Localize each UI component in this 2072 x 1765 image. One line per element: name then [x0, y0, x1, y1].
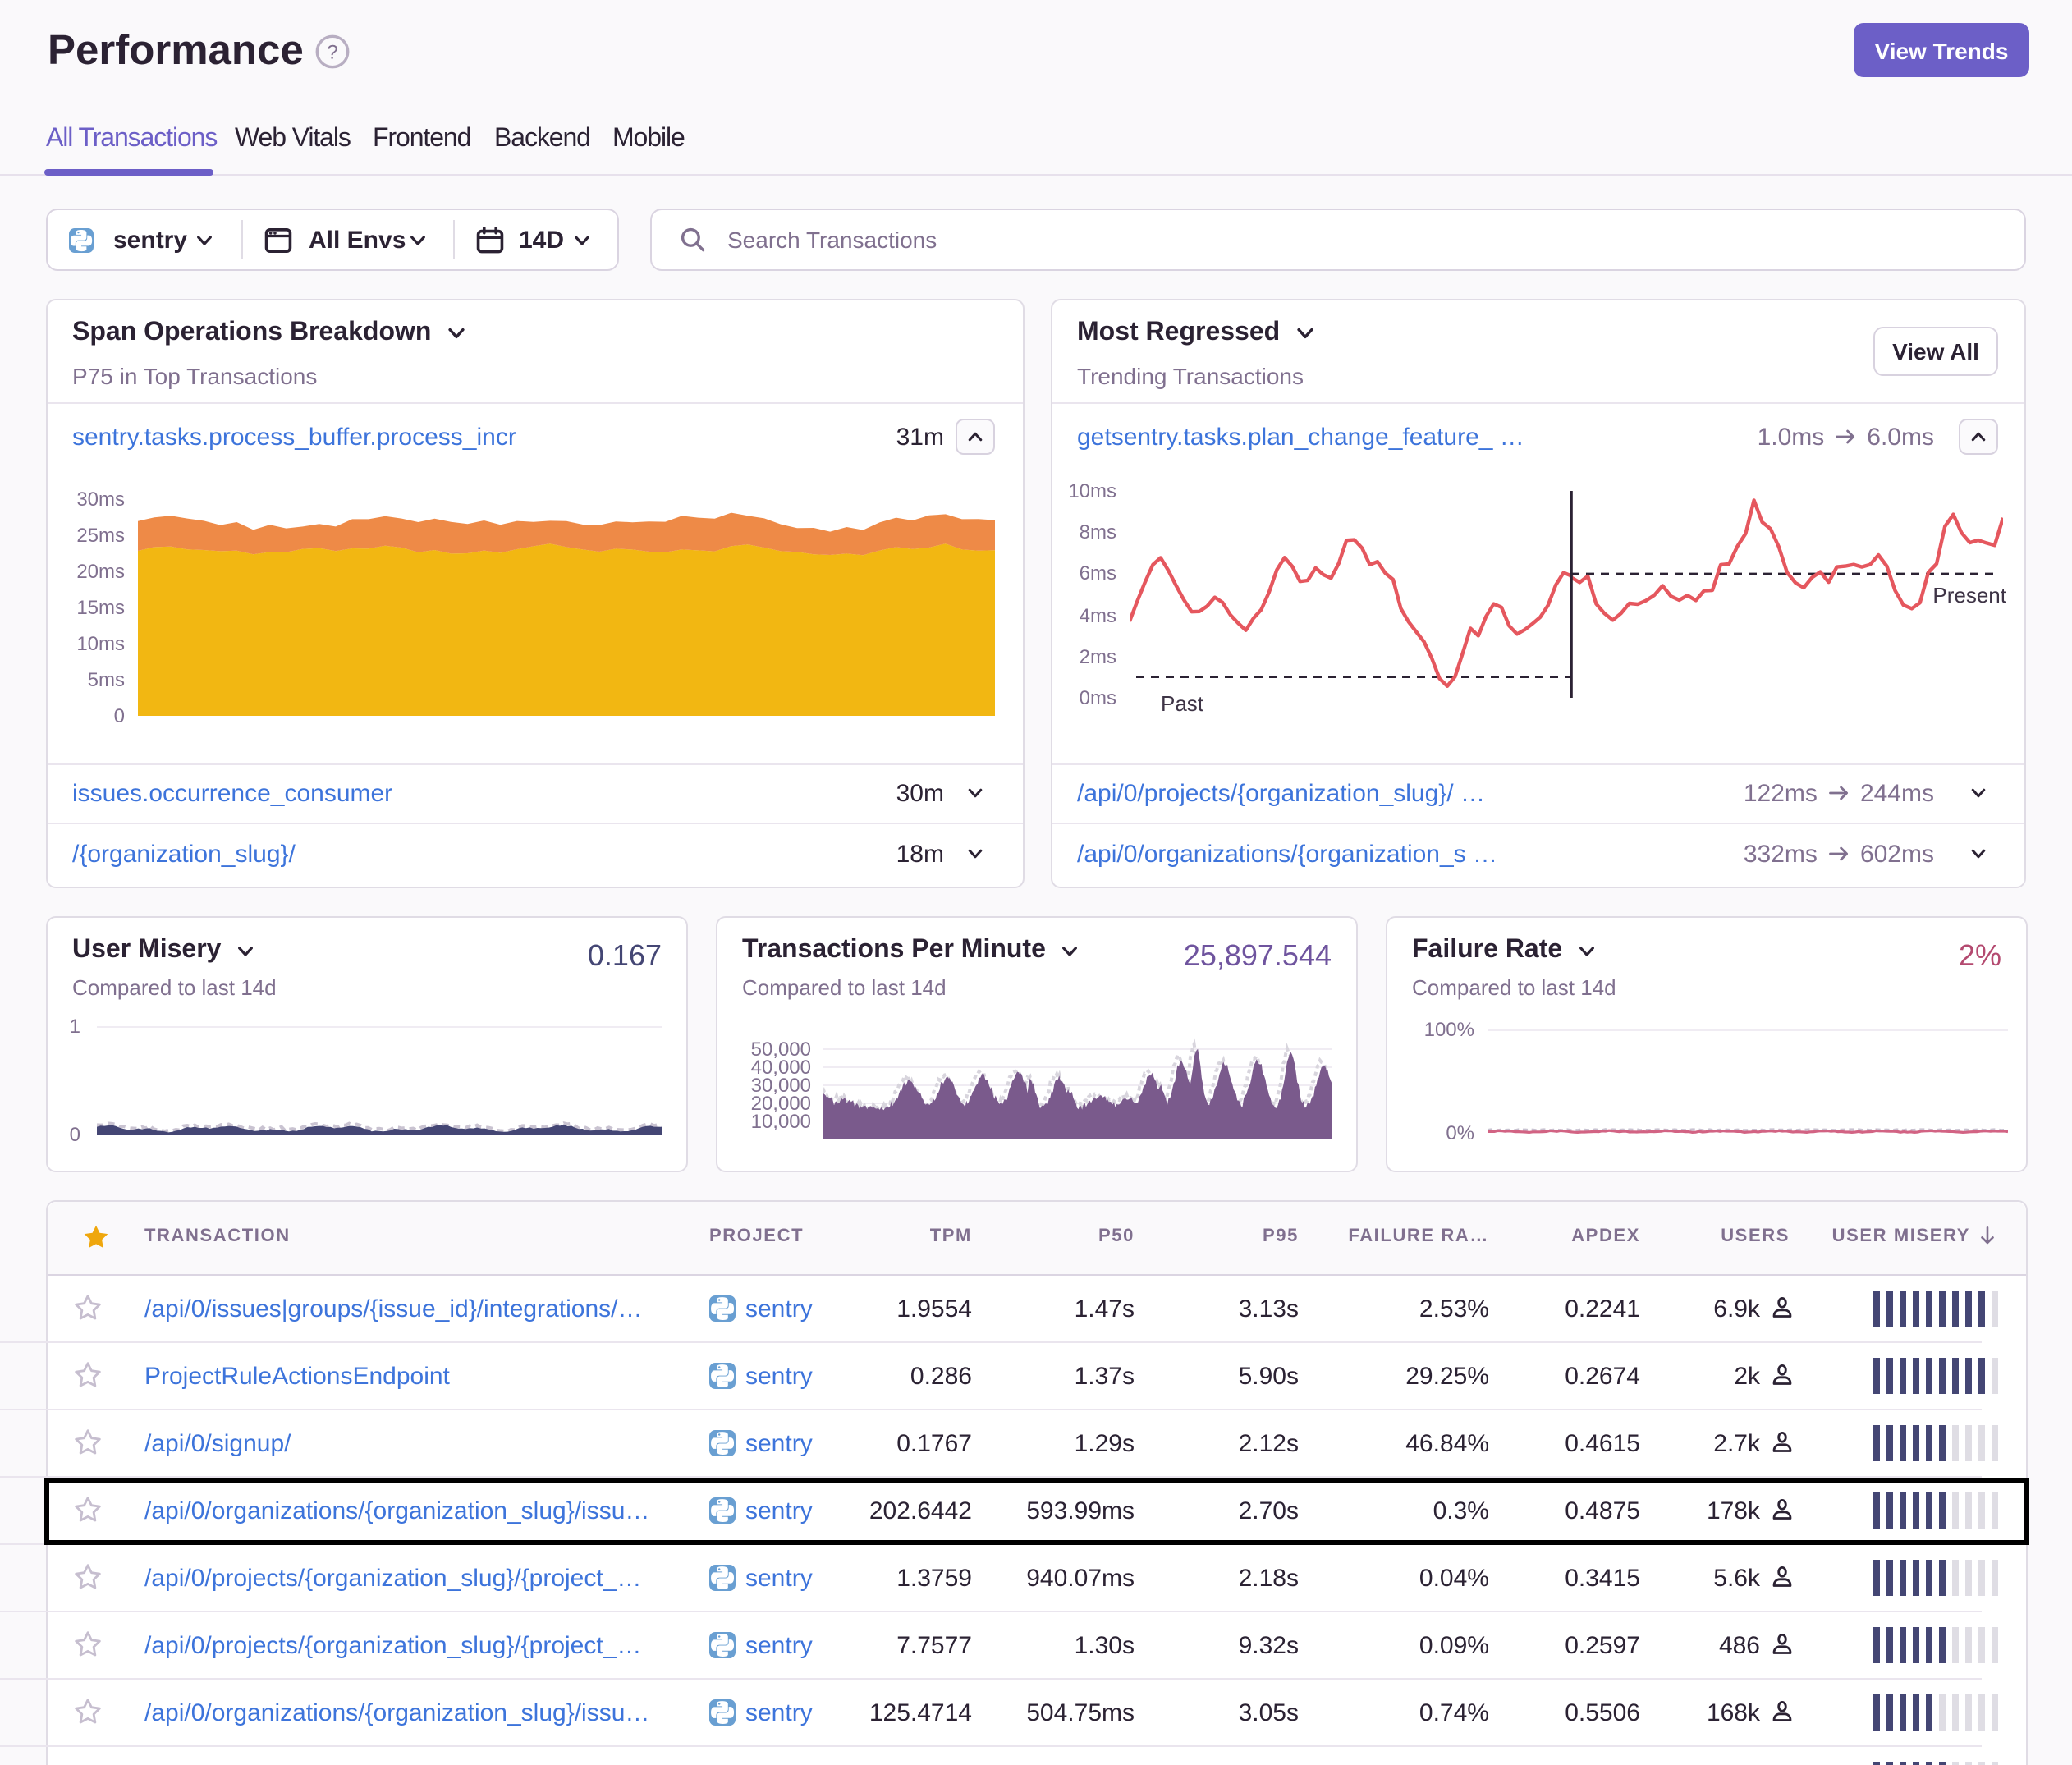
svg-text:?: ?: [327, 41, 337, 63]
